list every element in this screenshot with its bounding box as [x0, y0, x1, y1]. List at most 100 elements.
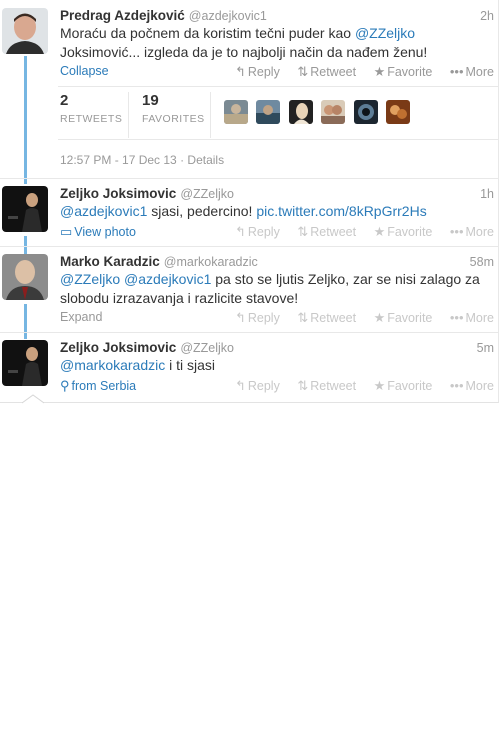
retweet-button[interactable]: ⇅ Retweet: [297, 224, 356, 239]
more-button[interactable]: ••• More: [449, 310, 494, 325]
favorites-stat[interactable]: 19 FAVORITES: [142, 92, 205, 125]
retweet-icon: ⇅: [297, 310, 309, 325]
star-icon: ★: [373, 378, 386, 393]
avatar[interactable]: [2, 8, 48, 54]
collapse-link[interactable]: Collapse: [60, 64, 109, 78]
more-dots-icon: •••: [449, 378, 464, 393]
tweet-header: Zeljko Joksimovic @ZZeljko: [60, 186, 234, 201]
tweet-actions: ↰ Reply ⇅ Retweet ★ Favorite ••• More: [221, 64, 494, 80]
tweet-text: @azdejkovic1 sjasi, pedercino! pic.twitt…: [60, 203, 427, 219]
favorite-button[interactable]: ★ Favorite: [373, 378, 433, 393]
tweet-header: Predrag Azdejković @azdejkovic1: [60, 8, 267, 23]
avatar[interactable]: [224, 100, 248, 124]
mention-link[interactable]: @ZZeljko: [60, 271, 120, 287]
divider: [58, 139, 498, 140]
avatar[interactable]: [288, 100, 313, 124]
author-name[interactable]: Predrag Azdejković: [60, 8, 185, 23]
avatar[interactable]: [386, 100, 411, 124]
mention-link[interactable]: @azdejkovic1: [124, 271, 211, 287]
retweet-icon: ⇅: [297, 224, 309, 239]
retweet-button[interactable]: ⇅ Retweet: [297, 310, 356, 325]
divider: [0, 246, 498, 247]
reply-button[interactable]: ↰ Reply: [234, 224, 280, 239]
mention-link[interactable]: @ZZeljko: [355, 25, 415, 41]
avatar[interactable]: [256, 100, 281, 124]
star-icon: ★: [373, 64, 386, 79]
retweet-button[interactable]: ⇅ Retweet: [297, 378, 356, 393]
author-name[interactable]: Marko Karadzic: [60, 254, 160, 269]
author-name[interactable]: Zeljko Joksimovic: [60, 186, 176, 201]
avatar[interactable]: [321, 100, 346, 124]
mention-link[interactable]: @azdejkovic1: [60, 203, 147, 219]
tweet-time[interactable]: 1h: [480, 187, 494, 201]
favorites-label: FAVORITES: [142, 113, 205, 125]
view-photo-link[interactable]: ▭ View photo: [60, 224, 136, 240]
tweet-header: Zeljko Joksimovic @ZZeljko: [60, 340, 234, 355]
reply-tweet[interactable]: Zeljko Joksimovic @ZZeljko 1h @azdejkovic…: [0, 186, 498, 242]
mention-link[interactable]: @markokaradzic: [60, 357, 165, 373]
tweet-time[interactable]: 5m: [477, 341, 494, 355]
favorite-button[interactable]: ★ Favorite: [373, 64, 433, 79]
retweets-count: 2: [60, 92, 69, 109]
tweet-actions: ↰ Reply ⇅ Retweet ★ Favorite ••• More: [221, 224, 494, 240]
tweet-actions: ↰ Reply ⇅ Retweet ★ Favorite ••• More: [221, 378, 494, 394]
tweet-text: @markokaradzic i ti sjasi: [60, 357, 216, 373]
tweet-text: @ZZeljko @azdejkovic1 pa sto se ljutis Z…: [60, 271, 480, 306]
author-handle[interactable]: @azdejkovic1: [189, 9, 267, 23]
photo-link[interactable]: pic.twitter.com/8kRpGrr2Hs: [256, 203, 426, 219]
reply-icon: ↰: [234, 64, 246, 79]
favorites-count: 19: [142, 92, 159, 109]
favoriter-avatars: [224, 100, 414, 124]
avatar[interactable]: [2, 186, 48, 232]
reply-button[interactable]: ↰ Reply: [234, 310, 280, 325]
photo-icon: ▭: [60, 224, 73, 239]
more-button[interactable]: ••• More: [449, 64, 494, 79]
favorite-button[interactable]: ★ Favorite: [373, 310, 433, 325]
avatar[interactable]: [2, 254, 48, 300]
tweet-stats: 2 RETWEETS 19 FAVORITES: [58, 92, 498, 138]
caret-up-icon: [22, 394, 44, 404]
expand-link[interactable]: Expand: [60, 310, 102, 324]
divider: [58, 86, 498, 87]
retweets-label: RETWEETS: [60, 113, 123, 125]
reply-button[interactable]: ↰ Reply: [234, 378, 280, 393]
location-pin-icon: ⚲: [60, 378, 70, 393]
more-dots-icon: •••: [449, 310, 464, 325]
tweet-time[interactable]: 2h: [480, 9, 494, 23]
tweet-timestamp: 12:57 PM - 17 Dec 13 · Details: [60, 153, 225, 167]
star-icon: ★: [373, 224, 386, 239]
reply-icon: ↰: [234, 224, 246, 239]
location-link[interactable]: ⚲ from Serbia: [60, 378, 136, 394]
author-handle[interactable]: @ZZeljko: [180, 341, 234, 355]
divider: [210, 92, 211, 138]
divider: [128, 92, 129, 138]
details-link[interactable]: Details: [187, 153, 224, 167]
reply-tweet[interactable]: Zeljko Joksimovic @ZZeljko 5m @markokarad…: [0, 340, 498, 396]
tweet-time[interactable]: 58m: [470, 255, 494, 269]
divider: [0, 178, 498, 179]
star-icon: ★: [373, 310, 386, 325]
reply-icon: ↰: [234, 378, 246, 393]
reply-icon: ↰: [234, 310, 246, 325]
retweet-icon: ⇅: [297, 378, 309, 393]
author-name[interactable]: Zeljko Joksimovic: [60, 340, 176, 355]
reply-button[interactable]: ↰ Reply: [234, 64, 280, 79]
divider: [0, 332, 498, 333]
tweet-actions: ↰ Reply ⇅ Retweet ★ Favorite ••• More: [221, 310, 494, 326]
tweet-header: Marko Karadzic @markokaradzic: [60, 254, 258, 269]
author-handle[interactable]: @ZZeljko: [180, 187, 234, 201]
retweet-icon: ⇅: [297, 64, 309, 79]
tweet-text: Moraću da počnem da koristim tečni puder…: [60, 25, 428, 60]
more-button[interactable]: ••• More: [449, 224, 494, 239]
more-button[interactable]: ••• More: [449, 378, 494, 393]
author-handle[interactable]: @markokaradzic: [164, 255, 258, 269]
retweets-stat[interactable]: 2 RETWEETS: [60, 92, 122, 125]
reply-tweet[interactable]: Marko Karadzic @markokaradzic 58m @ZZeljk…: [0, 254, 498, 329]
more-dots-icon: •••: [449, 224, 464, 239]
avatar[interactable]: [353, 100, 378, 124]
conversation-panel: Predrag Azdejković @azdejkovic1 2h Moraću…: [0, 0, 499, 404]
avatar[interactable]: [2, 340, 48, 386]
favorite-button[interactable]: ★ Favorite: [373, 224, 433, 239]
more-dots-icon: •••: [449, 64, 464, 79]
retweet-button[interactable]: ⇅ Retweet: [297, 64, 356, 79]
